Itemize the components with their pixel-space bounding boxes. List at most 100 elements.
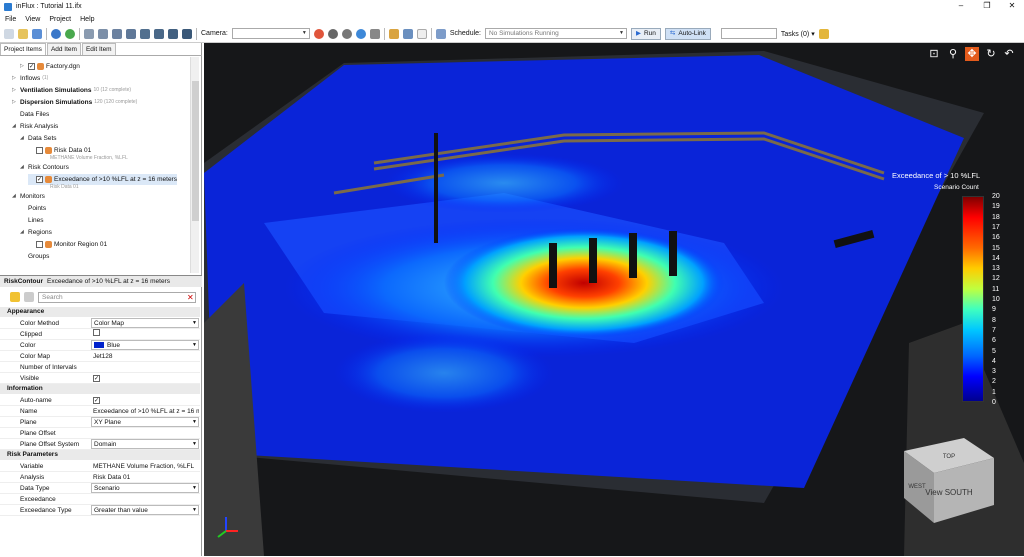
expand-arrow-icon[interactable]: ▷ — [12, 85, 18, 96]
tasks-menu[interactable]: Tasks (0) ▾ — [781, 30, 815, 38]
property-section[interactable]: Risk Parameters — [0, 450, 200, 460]
tree-item[interactable]: ◢ Data Sets — [20, 133, 57, 144]
menu-help[interactable]: Help — [80, 16, 94, 23]
open-icon[interactable] — [18, 28, 28, 39]
property-checkbox[interactable]: ✓ — [93, 397, 100, 404]
expand-arrow-icon[interactable]: ▷ — [20, 61, 26, 72]
expand-arrow-icon[interactable]: ◢ — [20, 133, 26, 144]
visibility-checkbox[interactable] — [36, 241, 43, 248]
scene-canvas[interactable]: View SOUTH TOP WEST — [204, 43, 1024, 556]
chevron-down-icon[interactable]: ▼ — [192, 440, 197, 448]
chevron-down-icon[interactable]: ▼ — [192, 506, 197, 514]
export-icon[interactable] — [369, 28, 380, 39]
info-icon[interactable] — [51, 28, 61, 39]
close-button[interactable]: ✕ — [1003, 1, 1021, 11]
pointer-icon[interactable] — [416, 28, 427, 39]
wand-icon[interactable] — [818, 28, 829, 39]
property-value[interactable]: XY Plane ▼ — [91, 417, 199, 427]
chevron-down-icon[interactable]: ▼ — [192, 484, 197, 492]
property-value[interactable]: Scenario ▼ — [91, 483, 199, 493]
property-value[interactable]: ✓ — [91, 395, 199, 406]
tree-item[interactable]: Lines — [20, 215, 44, 226]
target-icon[interactable] — [355, 28, 366, 39]
3d-viewport[interactable]: View SOUTH TOP WEST — [204, 43, 1024, 556]
tree-item[interactable]: ▷ Ventilation Simulations 10 (12 complete) — [12, 85, 131, 96]
camera-select[interactable]: ▼ — [231, 28, 310, 39]
visibility-checkbox[interactable] — [36, 147, 43, 154]
menu-file[interactable]: File — [5, 16, 16, 23]
property-section[interactable]: Appearance — [0, 307, 200, 317]
run-button[interactable]: ▶ Run — [630, 27, 661, 40]
record-icon[interactable] — [313, 28, 324, 39]
search-input[interactable]: Search — [38, 292, 196, 303]
property-value[interactable]: ✓ — [91, 373, 199, 384]
group-icon[interactable] — [182, 28, 192, 39]
expand-arrow-icon[interactable]: ▷ — [12, 73, 18, 84]
tab-project-items[interactable]: Project Items — [0, 43, 46, 55]
camera-icon[interactable] — [327, 28, 338, 39]
snapshot-icon[interactable] — [341, 28, 352, 39]
folder-icon[interactable] — [388, 28, 399, 39]
property-checkbox[interactable] — [93, 329, 100, 336]
scroll-thumb[interactable] — [192, 81, 199, 221]
property-checkbox[interactable]: ✓ — [93, 375, 100, 382]
minimize-button[interactable]: – — [952, 1, 970, 11]
outflow-icon[interactable] — [140, 28, 150, 39]
save-icon[interactable] — [32, 28, 42, 39]
wall-icon[interactable] — [98, 28, 108, 39]
categorized-icon[interactable] — [10, 292, 20, 302]
tree-item[interactable]: ◢ Regions — [20, 227, 52, 238]
expand-arrow-icon[interactable]: ◢ — [20, 227, 26, 238]
tree-scrollbar[interactable] — [190, 57, 199, 273]
property-value[interactable]: Domain ▼ — [91, 439, 199, 449]
menu-project[interactable]: Project — [49, 16, 71, 23]
chevron-down-icon[interactable]: ▼ — [192, 319, 197, 327]
clear-search-icon[interactable]: ✕ — [187, 293, 194, 302]
expand-arrow-icon[interactable]: ◢ — [12, 191, 18, 202]
tree-item[interactable]: ▷ ✓ Factory.dgn — [20, 61, 80, 72]
property-value[interactable]: Jet128 — [91, 351, 199, 362]
property-value[interactable]: Exceedance of >10 %LFL at z = 16 m — [91, 406, 199, 417]
pan-icon[interactable]: ✥ — [965, 47, 979, 61]
property-value[interactable]: Blue ▼ — [91, 340, 199, 350]
tab-add-item[interactable]: Add Item — [46, 43, 81, 55]
measure-icon[interactable] — [402, 28, 413, 39]
tree-item[interactable]: ◢ Risk Analysis — [12, 121, 58, 132]
reset-view-icon[interactable]: ↶ — [1002, 47, 1016, 61]
rotate-icon[interactable] — [112, 28, 122, 39]
property-value[interactable]: Risk Data 01 — [91, 472, 199, 483]
chevron-down-icon[interactable]: ▼ — [192, 341, 197, 349]
expand-arrow-icon[interactable]: ▷ — [12, 97, 18, 108]
region-icon[interactable] — [168, 28, 178, 39]
expand-arrow-icon[interactable]: ◢ — [12, 121, 18, 132]
monitor-icon[interactable] — [154, 28, 164, 39]
tree-item[interactable]: ▷ Dispersion Simulations 120 (120 complete… — [12, 97, 137, 108]
property-value[interactable]: Greater than value ▼ — [91, 505, 199, 515]
visibility-checkbox[interactable]: ✓ — [28, 63, 35, 70]
grid-icon[interactable] — [84, 28, 94, 39]
chevron-down-icon[interactable]: ▼ — [192, 418, 197, 426]
auto-link-button[interactable]: ⇆ Auto-Link — [664, 27, 711, 40]
visibility-checkbox[interactable]: ✓ — [36, 176, 43, 183]
add-icon[interactable] — [65, 28, 75, 39]
property-value[interactable]: Color Map ▼ — [91, 318, 199, 328]
property-value[interactable] — [91, 329, 199, 340]
zoom-area-icon[interactable]: ⊡ — [927, 47, 941, 61]
schedule-select[interactable]: No Simulations Running ▼ — [484, 28, 627, 39]
maximize-button[interactable]: ❐ — [978, 1, 996, 11]
tree-item[interactable]: ▷ Inflows (1) — [12, 73, 48, 84]
tree-item[interactable]: ◢ Monitors — [12, 191, 45, 202]
tree-item[interactable]: Groups — [20, 251, 49, 262]
expand-arrow-icon[interactable]: ◢ — [20, 162, 26, 173]
tree-item[interactable]: ◢ Risk Contours — [20, 162, 69, 173]
new-icon[interactable] — [4, 28, 14, 39]
rotate-view-icon[interactable]: ↻ — [984, 47, 998, 61]
tree-item[interactable]: Monitor Region 01 — [28, 239, 107, 250]
zoom-icon[interactable]: ⚲ — [946, 47, 960, 61]
property-value[interactable]: METHANE Volume Fraction, %LFL — [91, 461, 199, 472]
menu-view[interactable]: View — [25, 16, 40, 23]
tab-edit-item[interactable]: Edit Item — [81, 43, 116, 55]
alphabetical-icon[interactable] — [24, 292, 34, 302]
tree-item[interactable]: Data Files — [12, 109, 49, 120]
tree-item[interactable]: Points — [20, 203, 46, 214]
